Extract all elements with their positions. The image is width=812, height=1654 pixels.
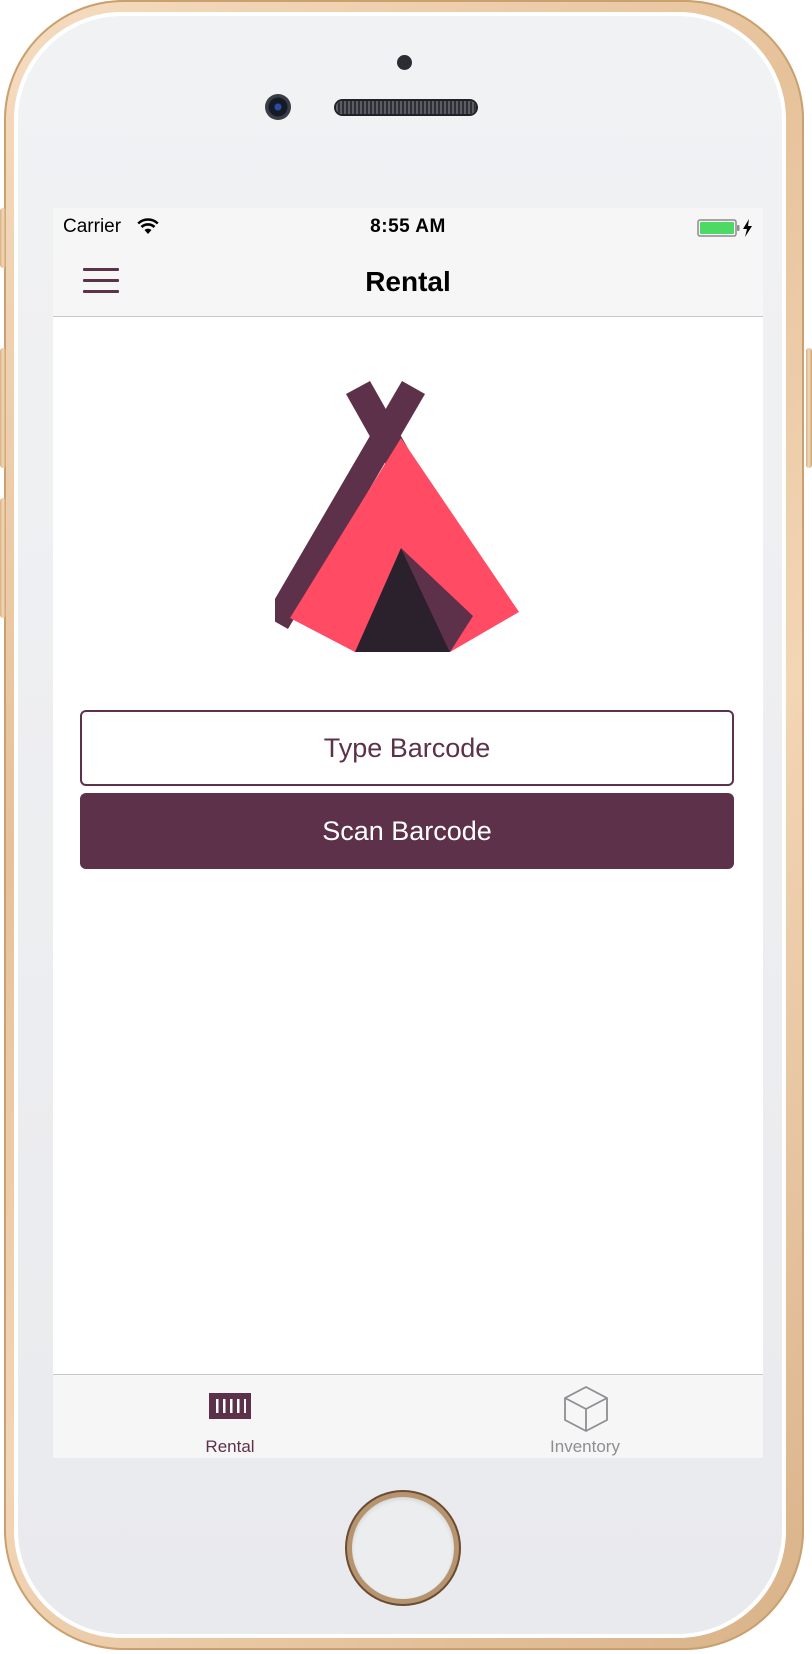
navigation-bar: Rental xyxy=(53,248,763,317)
front-camera xyxy=(265,94,291,120)
home-button[interactable] xyxy=(352,1497,454,1599)
tab-rental[interactable]: Rental xyxy=(130,1375,330,1458)
phone-side-switch xyxy=(0,208,6,268)
status-bar: Carrier 8:55 AM xyxy=(53,208,763,248)
battery-charging-icon xyxy=(697,219,752,237)
scan-barcode-button[interactable]: Scan Barcode xyxy=(80,793,734,869)
box-icon xyxy=(564,1386,608,1432)
tab-label-inventory: Inventory xyxy=(550,1437,620,1456)
earpiece-speaker xyxy=(336,101,476,114)
clock: 8:55 AM xyxy=(370,216,446,237)
app-screen: Carrier 8:55 AM Rental Type Barcode Scan… xyxy=(53,208,763,1458)
tab-bar: Rental Inventory xyxy=(53,1374,763,1458)
phone-volume-up xyxy=(0,348,6,468)
tab-label-rental: Rental xyxy=(205,1437,255,1456)
proximity-sensor xyxy=(397,55,412,70)
tent-icon xyxy=(275,381,519,652)
page-title: Rental xyxy=(365,266,451,297)
tab-inventory[interactable]: Inventory xyxy=(485,1375,685,1458)
phone-power-button xyxy=(806,348,812,468)
barcode-icon xyxy=(209,1393,251,1419)
phone-volume-down xyxy=(0,498,6,618)
type-barcode-button[interactable]: Type Barcode xyxy=(80,710,734,786)
